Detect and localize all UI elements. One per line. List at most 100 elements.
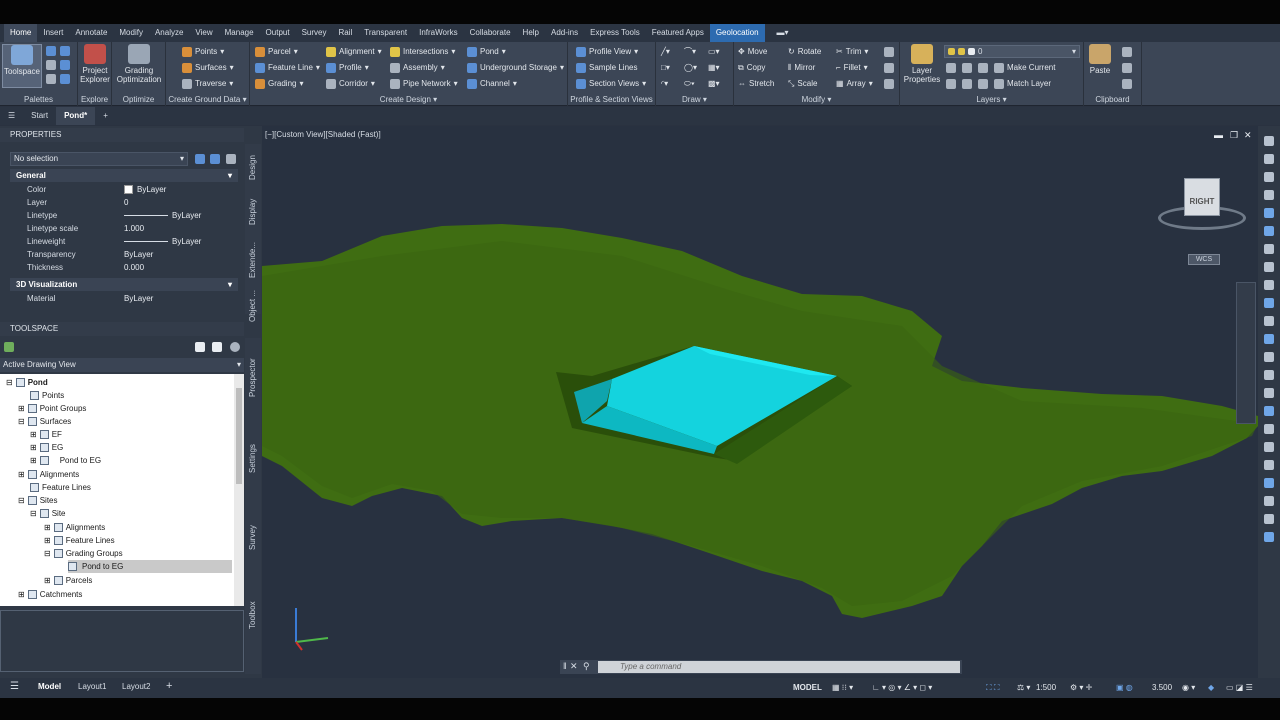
pipe-network-button[interactable]: Pipe Network ▾ [390,77,458,91]
arc-tool-button[interactable]: ◜▾ [661,77,668,91]
calculator-icon[interactable] [60,74,70,84]
side-tab-display[interactable]: Display [245,192,261,232]
trim-button[interactable]: ✂ Trim ▾ [836,45,868,59]
tree-node-alignments[interactable]: ⊞ Alignments [18,468,79,481]
side-tab-survey[interactable]: Survey [245,516,261,560]
prop-row-material[interactable]: Material ByLayer [10,292,238,305]
tab-featured-apps[interactable]: Featured Apps [646,24,710,42]
tree-node-eg[interactable]: ⊞ EG [30,441,63,454]
erase-icon[interactable] [884,47,894,57]
layer-dropdown[interactable]: 0 ▾ [944,45,1080,58]
customize-icon[interactable]: ⚲ [583,661,590,672]
design-center-icon[interactable] [60,46,70,56]
file-tab-pond[interactable]: Pond* [56,107,96,125]
tree-node-site[interactable]: ⊟ Site [30,507,66,520]
layer-freeze-tool-icon[interactable] [978,63,988,73]
corridor-button[interactable]: Corridor ▾ [326,77,375,91]
match-properties-icon[interactable] [1122,79,1132,89]
panel-title-create-design[interactable]: Create Design ▾ [250,95,567,104]
layer-walk-icon[interactable] [978,79,988,89]
tab-analyze[interactable]: Analyze [149,24,189,42]
line-tool-button[interactable]: ╱▾ [661,45,670,59]
tab-output[interactable]: Output [260,24,296,42]
viz-section[interactable]: 3D Visualization ▾ [10,278,238,291]
tool-icon[interactable] [1264,460,1274,470]
rotate-button[interactable]: ↻ Rotate [788,45,821,59]
channel-button[interactable]: Channel ▾ [467,77,517,91]
tool-icon[interactable] [1264,154,1274,164]
layout-tab-model[interactable]: Model [38,682,61,691]
polyline-tool-button[interactable]: ⌒▾ [684,45,696,59]
tab-add-ins[interactable]: Add-ins [545,24,584,42]
tab-transparent[interactable]: Transparent [358,24,413,42]
section-views-button[interactable]: Section Views ▾ [576,77,646,91]
close-icon[interactable]: ✕ [570,661,578,672]
quick-select-icon[interactable] [226,154,236,164]
tool-icon[interactable] [1264,208,1274,218]
tool-icon[interactable] [1264,244,1274,254]
prospector-icon[interactable] [4,342,14,352]
grading-optimization-button[interactable]: Grading Optimization [117,44,161,88]
hardware-acceleration-icon[interactable]: ◆ [1208,683,1214,692]
select-objects-icon[interactable] [210,154,220,164]
tab-collaborate[interactable]: Collaborate [464,24,517,42]
tool-icon[interactable] [1264,262,1274,272]
navigation-bar[interactable] [1236,282,1256,424]
side-tab-prospector[interactable]: Prospector [245,348,261,408]
tab-modify[interactable]: Modify [113,24,149,42]
panel-title-layers[interactable]: Layers ▾ [900,95,1083,104]
workspace-gear-icon[interactable]: ⚙ ▾ ✛ [1070,683,1092,692]
tool-icon[interactable] [1264,136,1274,146]
tab-infraworks[interactable]: InfraWorks [413,24,464,42]
elevation-value[interactable]: 3.500 [1152,683,1172,692]
surfaces-button[interactable]: Surfaces ▾ [182,61,234,75]
grading-button[interactable]: Grading ▾ [255,77,303,91]
cut-icon[interactable] [1122,47,1132,57]
tab-insert[interactable]: Insert [37,24,69,42]
parcel-button[interactable]: Parcel ▾ [255,45,298,59]
help-icon[interactable] [230,342,240,352]
tree-node-feature-lines[interactable]: Feature Lines [30,481,91,494]
layout-tab-layout2[interactable]: Layout2 [122,682,150,691]
tool-icon[interactable] [1264,352,1274,362]
tool-icon[interactable] [1264,442,1274,452]
panel-title-modify[interactable]: Modify ▾ [734,95,899,104]
toggle-view-icon[interactable] [195,342,205,352]
tree-scroll-thumb[interactable] [236,388,242,484]
boundary-tool-button[interactable]: ▩▾ [708,77,720,91]
prop-row-lineweight[interactable]: Lineweight ByLayer [10,235,238,248]
tool-icon[interactable] [1264,406,1274,416]
toolspace-header[interactable]: TOOLSPACE [0,322,244,336]
tool-icon[interactable] [1264,298,1274,308]
isolate-objects-icon[interactable]: ◉ ▾ [1182,683,1195,692]
points-button[interactable]: Points ▾ [182,45,224,59]
panel-title-palettes[interactable]: Palettes [0,95,77,104]
circle-tool-button[interactable]: ◯▾ [684,61,697,75]
profile-view-button[interactable]: Profile View ▾ [576,45,638,59]
tool-icon[interactable] [1264,424,1274,434]
tab-view[interactable]: View [189,24,218,42]
tool-icon[interactable] [1264,370,1274,380]
close-icon[interactable]: ✕ [1244,130,1252,141]
tree-node-parcels[interactable]: ⊞ Parcels [44,574,92,587]
tab-survey[interactable]: Survey [296,24,333,42]
scale-button[interactable]: ⤡ Scale [788,77,817,91]
command-input[interactable]: Type a command [598,661,960,673]
tree-node-point-groups[interactable]: ⊞ Point Groups [18,402,86,415]
profile-button[interactable]: Profile ▾ [326,61,369,75]
ellipse-tool-button[interactable]: ⬭▾ [684,77,695,91]
tree-node-surfaces[interactable]: ⊟ Surfaces [18,415,71,428]
annotation-scale-icon[interactable]: ⚖ ▾ [1017,683,1030,692]
units-icon[interactable]: ▣ ◍ [1116,683,1133,692]
project-explorer-button[interactable]: Project Explorer [73,44,117,88]
tab-manage[interactable]: Manage [219,24,260,42]
pond-button[interactable]: Pond ▾ [467,45,506,59]
prop-row-color[interactable]: Color ByLayer [10,183,238,196]
new-tab-plus-icon[interactable]: + [95,107,116,125]
array-button[interactable]: ▦ Array ▾ [836,77,873,91]
layer-properties-button[interactable]: Layer Properties [900,44,944,88]
properties-header[interactable]: PROPERTIES [0,128,244,142]
tool-palettes-icon[interactable] [46,60,56,70]
sheet-set-icon[interactable] [60,60,70,70]
hatch-tool-button[interactable]: ▭▾ [708,45,720,59]
